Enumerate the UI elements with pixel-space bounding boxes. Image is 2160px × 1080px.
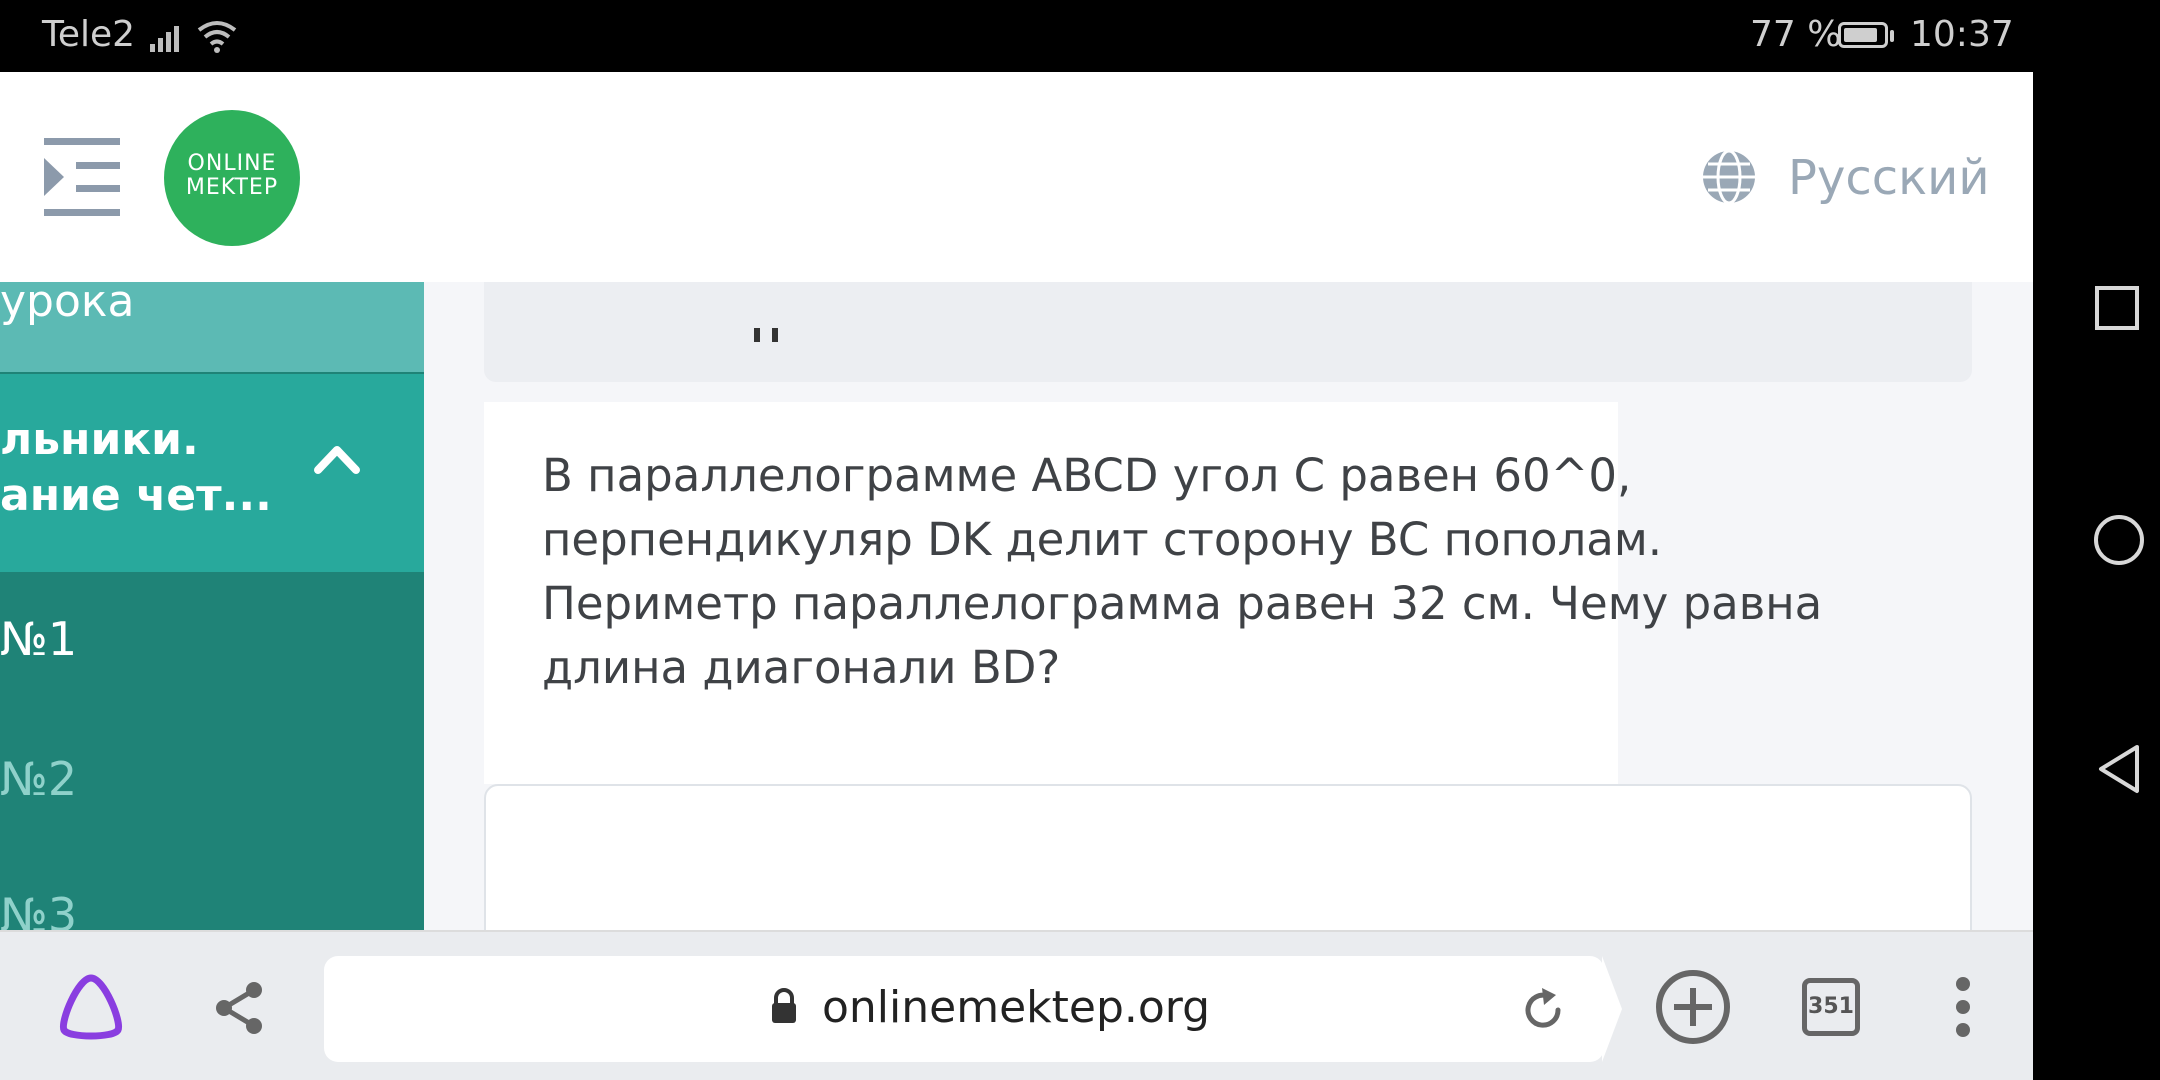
address-bar[interactable]: onlinemektep.org [324,956,1604,1062]
tabs-count-button[interactable]: 351 [1802,978,1860,1036]
carrier-label: Tele2 [42,14,136,55]
sidebar-item-label: урока [0,282,135,327]
globe-icon [1703,149,1755,205]
language-label: Русский [1788,150,1990,206]
menu-collapse-icon[interactable] [44,138,120,216]
alice-assistant-icon[interactable] [56,972,126,1042]
logo-line2: MEKTEP [185,175,279,200]
back-icon[interactable] [2097,744,2141,794]
language-selector[interactable]: Русский [1700,142,1990,212]
clock: 10:37 [1910,14,2014,55]
android-nav-bar [2033,0,2160,1080]
status-bar: Tele2 77 % 10:37 [0,0,2160,72]
question-text: В параллелограмме ABCD угол C равен 60^0… [542,449,1823,694]
lock-icon [772,988,796,1023]
address-bar-arrow [1602,956,1622,1062]
more-menu-icon[interactable] [1954,976,1972,1038]
battery-tip [1890,30,1894,42]
question-card: В параллелограмме ABCD угол C равен 60^0… [484,402,1822,784]
wifi-icon [197,21,237,53]
sidebar: урока льники. ание чет... №1 №2 №3 [0,282,424,930]
chevron-up-icon[interactable] [312,438,362,478]
sidebar-subitem-3[interactable]: №3 [0,888,77,930]
section-title-line2: ание чет... [0,470,272,521]
browser-toolbar: onlinemektep.org 351 [0,930,2033,1080]
title-text-fragment [754,328,780,342]
sidebar-item-lesson[interactable]: урока [0,282,424,372]
share-icon[interactable] [212,980,266,1036]
web-page: урока льники. ание чет... №1 №2 №3 В пар… [0,72,2033,930]
sidebar-subitem-1[interactable]: №1 [0,612,77,666]
site-header: ONLINE MEKTEP Русский [0,72,2033,282]
section-title-line1: льники. [0,414,199,465]
battery-icon [1838,22,1888,48]
sidebar-section-active[interactable]: льники. ание чет... [0,374,424,572]
reload-icon[interactable] [1520,986,1566,1032]
url-text: onlinemektep.org [822,982,1211,1033]
logo[interactable]: ONLINE MEKTEP [164,110,300,246]
logo-line1: ONLINE [187,151,277,176]
sidebar-subitem-2[interactable]: №2 [0,752,77,806]
battery-percent: 77 % [1750,14,1842,55]
recent-apps-icon[interactable] [2095,286,2139,330]
answer-input-area[interactable] [484,784,1972,930]
new-tab-icon[interactable] [1654,968,1732,1046]
signal-icon [150,22,190,52]
home-icon[interactable] [2093,514,2145,566]
